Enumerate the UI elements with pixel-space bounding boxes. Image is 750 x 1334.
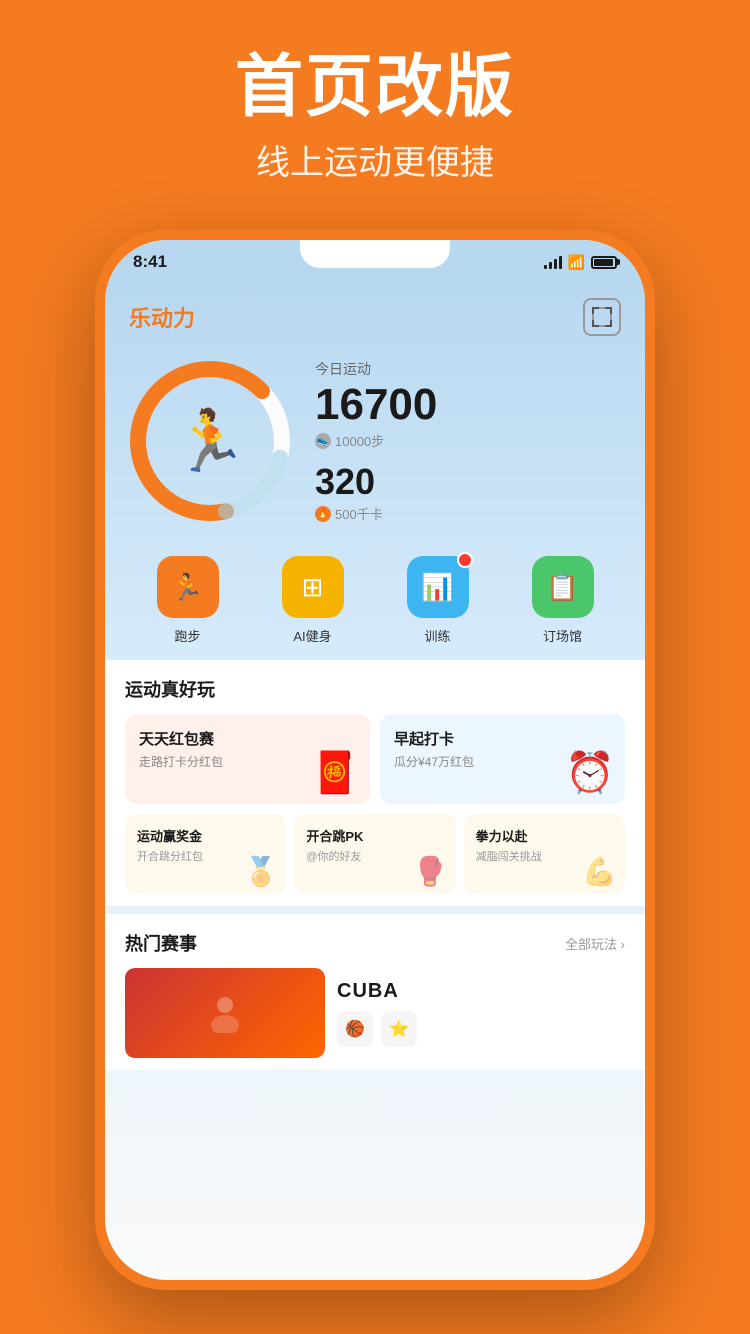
small-card-title-2: 开合跳PK (306, 826, 443, 845)
fire-icon: 🔥 (315, 506, 331, 522)
notch (300, 240, 450, 268)
action-running[interactable]: 🏃 跑步 (157, 556, 219, 645)
phone-outer-frame: 8:41 📶 乐动力 (95, 230, 655, 1290)
card-icon-1: 🧧 (310, 749, 360, 796)
ring-figure: 🏃 (173, 406, 248, 477)
training-label: 训练 (424, 626, 450, 645)
fun-section: 运动真好玩 天天红包赛 走路打卡分红包 🧧 早起打卡 瓜分¥47万红包 ⏰ (105, 660, 645, 906)
card-title-2: 早起打卡 (394, 728, 611, 749)
stats-text: 今日运动 16700 👟 10000步 320 🔥 500千卡 (315, 359, 625, 523)
status-bar: 8:41 📶 (105, 240, 645, 284)
hot-event-action-1[interactable]: 🏀 (337, 1011, 373, 1047)
running-icon: 🏃 (157, 556, 219, 618)
calories-goal-text: 500千卡 (335, 504, 383, 523)
hot-section: 热门赛事 全部玩法 › (105, 914, 645, 1070)
app-content: 乐动力 (105, 284, 645, 1280)
training-icon: 📊 (407, 556, 469, 618)
steps-goal-text: 10000步 (335, 431, 384, 450)
action-venue[interactable]: 📋 订场馆 (532, 556, 594, 645)
quick-actions: 🏃 跑步 ⊞ AI健身 📊 训练 (105, 546, 645, 660)
status-icons: 📶 (544, 254, 617, 271)
app-header: 乐动力 (105, 284, 645, 346)
card-title-1: 天天红包赛 (139, 728, 356, 749)
hot-header: 热门赛事 全部玩法 › (125, 930, 625, 956)
venue-label: 订场馆 (543, 626, 582, 645)
app-logo: 乐动力 (129, 301, 195, 333)
small-card-icon-1: 🏅 (243, 855, 278, 888)
venue-icon: 📋 (532, 556, 594, 618)
activity-ring: 🏃 (125, 356, 295, 526)
small-card-2[interactable]: 开合跳PK @你的好友 🥊 (294, 814, 455, 894)
running-label: 跑步 (174, 626, 200, 645)
scan-icon (592, 307, 612, 327)
hot-event-title: CUBA (337, 980, 417, 1003)
fun-section-title: 运动真好玩 (125, 676, 625, 702)
calories-count: 320 (315, 464, 625, 500)
phone-inner-frame: 8:41 📶 乐动力 (105, 240, 645, 1280)
hot-more-link[interactable]: 全部玩法 › (565, 934, 625, 953)
scan-button[interactable] (583, 298, 621, 336)
action-training[interactable]: 📊 训练 (407, 556, 469, 645)
hot-event-card[interactable]: CUBA 🏀 ⭐ (125, 968, 625, 1058)
activity-card-morning[interactable]: 早起打卡 瓜分¥47万红包 ⏰ (380, 714, 625, 804)
hot-event-img-bg (125, 968, 325, 1058)
status-time: 8:41 (133, 252, 167, 272)
signal-icon (544, 255, 562, 269)
header-section: 首页改版 线上运动更便捷 (0, 0, 750, 214)
small-card-3[interactable]: 拳力以赴 减脂闯关挑战 💪 (464, 814, 625, 894)
steps-icon: 👟 (315, 433, 331, 449)
action-ai-fitness[interactable]: ⊞ AI健身 (282, 556, 344, 645)
steps-count: 16700 (315, 383, 625, 427)
stats-label: 今日运动 (315, 359, 625, 379)
page-title: 首页改版 (0, 50, 750, 125)
phone-mockup: 8:41 📶 乐动力 (95, 230, 655, 1290)
page-subtitle: 线上运动更便捷 (0, 135, 750, 184)
activity-row3: 运动赢奖金 开合跳分红包 🏅 开合跳PK @你的好友 🥊 拳力以赴 减脂闯关挑战 (125, 814, 625, 894)
small-card-icon-2: 🥊 (413, 855, 448, 888)
training-badge (457, 552, 473, 568)
ai-fitness-label: AI健身 (293, 626, 331, 645)
activity-card-red-envelope[interactable]: 天天红包赛 走路打卡分红包 🧧 (125, 714, 370, 804)
card-icon-2: ⏰ (565, 749, 615, 796)
small-card-title-1: 运动赢奖金 (137, 826, 274, 845)
battery-icon (591, 256, 617, 269)
hot-event-action-2[interactable]: ⭐ (381, 1011, 417, 1047)
stats-section: 🏃 今日运动 16700 👟 10000步 320 🔥 500千 (105, 346, 645, 546)
small-card-icon-3: 💪 (582, 855, 617, 888)
hot-title: 热门赛事 (125, 930, 197, 956)
small-card-title-3: 拳力以赴 (476, 826, 613, 845)
ai-fitness-icon: ⊞ (282, 556, 344, 618)
activity-grid: 天天红包赛 走路打卡分红包 🧧 早起打卡 瓜分¥47万红包 ⏰ (125, 714, 625, 804)
hot-event-actions: 🏀 ⭐ (337, 1011, 417, 1047)
steps-goal: 👟 10000步 (315, 431, 625, 450)
wifi-icon: 📶 (568, 254, 585, 271)
hot-event-info: CUBA 🏀 ⭐ (337, 980, 417, 1047)
hot-event-person-icon (185, 993, 265, 1033)
calories-goal: 🔥 500千卡 (315, 504, 625, 523)
hot-event-image (125, 968, 325, 1058)
small-card-1[interactable]: 运动赢奖金 开合跳分红包 🏅 (125, 814, 286, 894)
